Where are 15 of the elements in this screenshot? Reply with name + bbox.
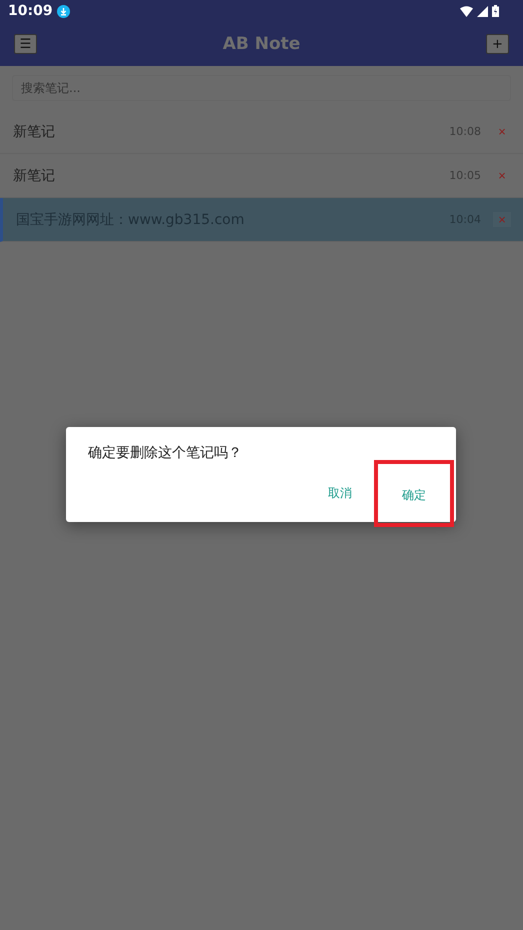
delete-button[interactable]: × — [493, 124, 511, 139]
note-title: 新笔记 — [13, 166, 56, 184]
add-button[interactable]: + — [486, 34, 509, 54]
app-title: AB Note — [222, 34, 302, 54]
note-title: 新笔记 — [13, 122, 56, 140]
wifi-icon — [460, 6, 473, 16]
menu-button[interactable]: ☰ — [14, 34, 37, 54]
download-icon — [56, 4, 70, 18]
dialog-button[interactable]: 取消 — [322, 481, 358, 506]
delete-button[interactable]: × — [493, 168, 511, 183]
search-field[interactable]: 搜索笔记... — [12, 75, 511, 101]
battery-icon — [492, 5, 499, 17]
signal-icon — [477, 6, 488, 16]
status-time: 10:09 — [8, 3, 53, 19]
dialog-message: 确定要删除这个笔记吗？ — [88, 444, 243, 462]
